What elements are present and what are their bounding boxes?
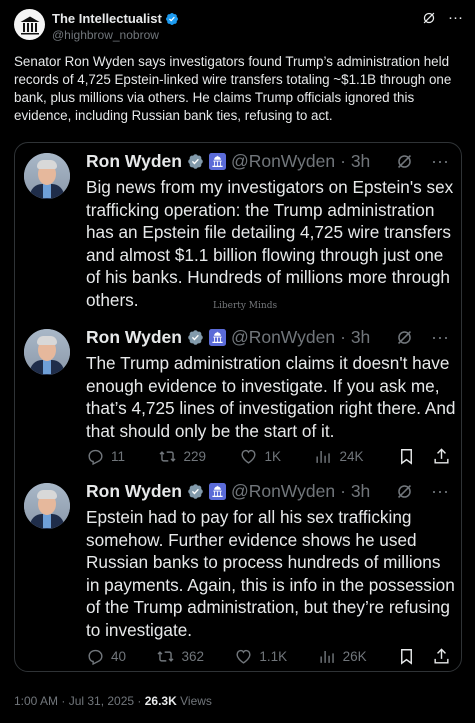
- header-actions: ···: [422, 9, 463, 26]
- tweet-actions: 11 229 1K 24K: [86, 447, 451, 466]
- post-views-label: Views: [176, 694, 212, 708]
- verified-icon: [165, 12, 178, 25]
- capitol-icon: [208, 483, 226, 500]
- grok-icon[interactable]: [422, 11, 436, 25]
- author-name[interactable]: The Intellectualist: [52, 11, 179, 26]
- tweet-secondary-actions: [397, 647, 451, 666]
- like-count: 1K: [264, 449, 281, 464]
- reply-action: 11: [86, 447, 125, 466]
- bookmark-icon: [401, 449, 412, 465]
- ron-wyden-avatar: [24, 483, 70, 529]
- views-count: 24K: [339, 449, 364, 464]
- gray-verified-icon: [188, 484, 203, 499]
- more-icon: ···: [431, 481, 449, 501]
- share-icon: [434, 448, 449, 464]
- post-timestamp[interactable]: 1:00 AM · Jul 31, 2025 ·: [14, 694, 145, 708]
- repost-action: 229: [158, 447, 206, 466]
- capitol-icon: [208, 329, 226, 346]
- tweet-header-actions: ···: [396, 327, 449, 348]
- tweet-text: Big news from my investigators on Epstei…: [86, 177, 454, 310]
- reply-icon: [88, 649, 103, 666]
- reply-count: 40: [111, 649, 127, 664]
- more-icon: ···: [431, 151, 449, 171]
- author-name-text: The Intellectualist: [52, 11, 162, 26]
- tweet-header-actions: ···: [396, 151, 449, 172]
- tweet-time: · 3h: [340, 151, 371, 171]
- tweet-handle: @RonWyden: [230, 327, 336, 347]
- post-footer: 1:00 AM · Jul 31, 2025 · 26.3K Views: [14, 694, 212, 708]
- capitol-icon: [208, 153, 226, 170]
- repost-icon: [157, 651, 174, 662]
- like-action: 1K: [239, 447, 281, 466]
- like-count: 1.1K: [259, 649, 288, 664]
- embedded-screenshot[interactable]: Liberty Minds Ron Wyden @RonWyden · 3h ·…: [14, 142, 462, 672]
- views-icon: [320, 650, 334, 663]
- tweet-handle: @RonWyden: [230, 481, 336, 501]
- bookmark-icon: [401, 649, 412, 665]
- tweet-handle: @RonWyden: [230, 151, 336, 171]
- grok-icon: [398, 155, 412, 168]
- author-avatar[interactable]: [14, 9, 45, 40]
- like-icon: [236, 649, 251, 664]
- tweet-actions: 40 362 1.1K 26K: [86, 647, 451, 666]
- intellectualist-logo-icon: [20, 16, 39, 34]
- tweet-secondary-actions: [397, 447, 451, 466]
- views-icon: [316, 450, 331, 463]
- tweet-author-name: Ron Wyden: [86, 481, 182, 501]
- share-icon: [434, 648, 449, 664]
- like-icon: [241, 449, 257, 464]
- post-text: Senator Ron Wyden says investigators fou…: [14, 54, 452, 123]
- ron-wyden-avatar: [24, 153, 70, 199]
- tweet-text: Epstein had to pay for all his sex traff…: [86, 507, 455, 640]
- tweet-header: Ron Wyden @RonWyden · 3h: [86, 481, 370, 502]
- repost-icon: [159, 451, 177, 462]
- tweet-time: · 3h: [340, 481, 371, 501]
- ron-wyden-avatar: [24, 329, 70, 375]
- grok-icon: [398, 485, 412, 498]
- tweet-author-name: Ron Wyden: [86, 327, 182, 347]
- tweet-header: Ron Wyden @RonWyden · 3h: [86, 151, 370, 172]
- author-handle[interactable]: @highbrow_nobrow: [52, 28, 159, 42]
- reply-count: 11: [111, 449, 126, 464]
- more-icon: ···: [431, 327, 449, 347]
- tweet-text: The Trump administration claims it doesn…: [86, 353, 456, 441]
- grok-icon: [398, 331, 412, 344]
- post: The Intellectualist @highbrow_nobrow ···…: [0, 0, 475, 723]
- tweet-author-name: Ron Wyden: [86, 151, 182, 171]
- gray-verified-icon: [188, 330, 203, 345]
- reply-icon: [88, 449, 103, 466]
- post-header: The Intellectualist @highbrow_nobrow ···: [14, 9, 463, 45]
- tweet-header: Ron Wyden @RonWyden · 3h: [86, 327, 370, 348]
- repost-count: 362: [181, 649, 204, 664]
- reply-action: 40: [86, 647, 126, 666]
- gray-verified-icon: [188, 154, 203, 169]
- views-count: 26K: [342, 649, 367, 664]
- views-action: 24K: [314, 447, 364, 466]
- tweet-header-actions: ···: [396, 481, 449, 502]
- post-views-count[interactable]: 26.3K: [145, 694, 177, 708]
- views-action: 26K: [318, 647, 367, 666]
- like-action: 1.1K: [234, 647, 287, 666]
- more-icon[interactable]: ···: [448, 9, 463, 26]
- tweet-time: · 3h: [340, 327, 371, 347]
- repost-count: 229: [183, 449, 207, 464]
- repost-action: 362: [156, 647, 204, 666]
